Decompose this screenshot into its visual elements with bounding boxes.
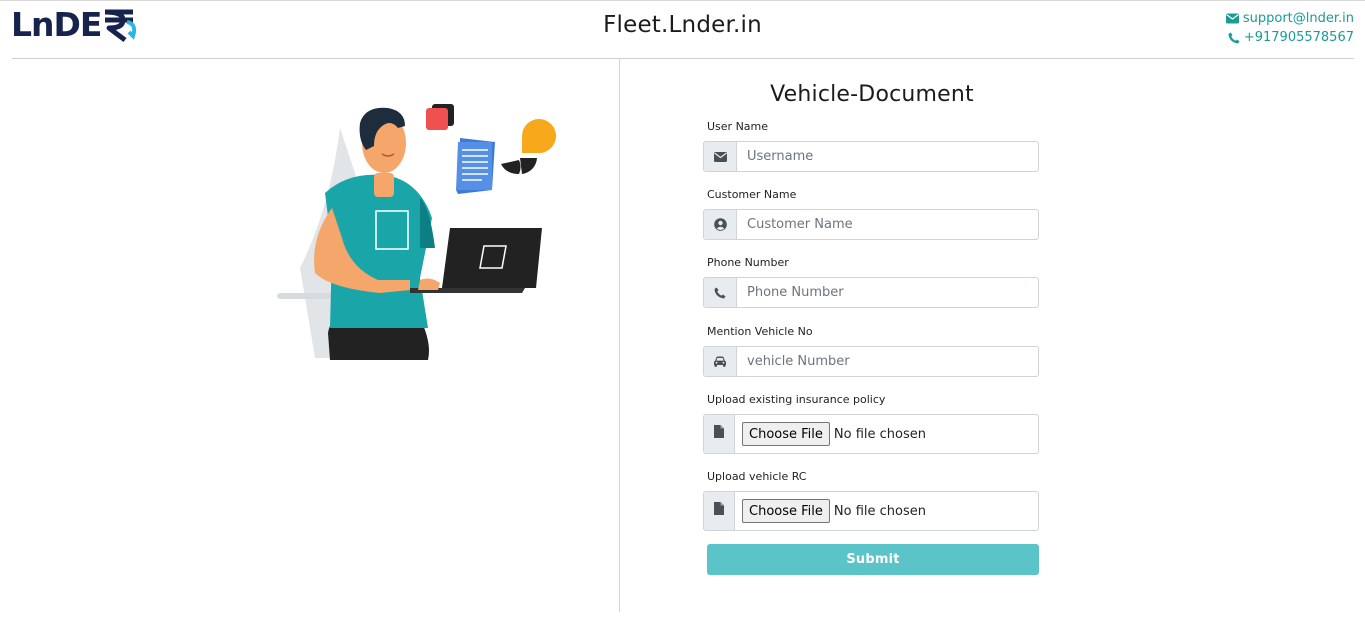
contact-email[interactable]: support@lnder.in (1225, 9, 1354, 28)
rc-field-group: Upload vehicle RC Choose File No file ch… (703, 470, 1039, 531)
customer-field-group: Customer Name (703, 188, 1039, 240)
rc-file-input[interactable]: Choose File No file chosen (735, 492, 1038, 530)
form-title: Vehicle-Document (770, 82, 974, 107)
vehicle-input-group (703, 346, 1039, 377)
rc-upload-label: Upload vehicle RC (707, 470, 807, 483)
phone-number-input[interactable] (737, 278, 1038, 307)
insurance-field-group: Upload existing insurance policy Choose … (703, 393, 1039, 454)
customer-name-label: Customer Name (707, 188, 797, 201)
email-link[interactable]: support@lnder.in (1243, 9, 1354, 28)
vehicle-field-group: Mention Vehicle No (703, 325, 1039, 377)
phone-field-group: Phone Number (703, 256, 1039, 308)
phone-icon (1228, 32, 1240, 43)
customer-input-group (703, 209, 1039, 240)
envelope-icon (1225, 13, 1239, 24)
customer-name-input[interactable] (737, 210, 1038, 239)
car-icon (714, 356, 726, 367)
username-input[interactable] (737, 142, 1038, 171)
rc-addon (704, 492, 735, 530)
submit-button[interactable]: Submit (707, 544, 1039, 575)
phone-icon (714, 287, 726, 298)
username-input-group (703, 141, 1039, 172)
column-divider (619, 59, 620, 612)
rc-file-status: No file chosen (833, 503, 926, 519)
vehicle-addon (704, 347, 737, 376)
phone-input-group (703, 277, 1039, 308)
phone-link[interactable]: +917905578567 (1244, 28, 1354, 47)
phone-number-label: Phone Number (707, 256, 789, 269)
user-circle-icon (713, 218, 727, 231)
vehicle-number-input[interactable] (737, 347, 1038, 376)
header: LnDE Fleet.Lnder.in support@lnder.in +91… (0, 0, 1365, 58)
insurance-file-input[interactable]: Choose File No file chosen (735, 415, 1038, 453)
insurance-addon (704, 415, 735, 453)
vehicle-no-label: Mention Vehicle No (707, 325, 813, 338)
file-icon (714, 425, 724, 438)
username-field-group: User Name (703, 120, 1039, 172)
rc-choose-file-button[interactable]: Choose File (742, 499, 830, 523)
header-divider (12, 58, 1354, 59)
insurance-upload-group: Choose File No file chosen (703, 414, 1039, 454)
insurance-choose-file-button[interactable]: Choose File (742, 422, 830, 446)
insurance-upload-label: Upload existing insurance policy (707, 393, 886, 406)
file-icon (714, 502, 724, 515)
contact-phone[interactable]: +917905578567 (1226, 28, 1354, 47)
rc-upload-group: Choose File No file chosen (703, 491, 1039, 531)
insurance-file-status: No file chosen (833, 426, 926, 442)
username-addon (704, 142, 737, 171)
contact-info: support@lnder.in +917905578567 (1225, 9, 1354, 47)
envelope-icon (713, 151, 727, 162)
customer-addon (704, 210, 737, 239)
person-laptop-illustration (277, 104, 556, 360)
username-label: User Name (707, 120, 769, 133)
phone-addon (704, 278, 737, 307)
site-title: Fleet.Lnder.in (603, 12, 762, 38)
